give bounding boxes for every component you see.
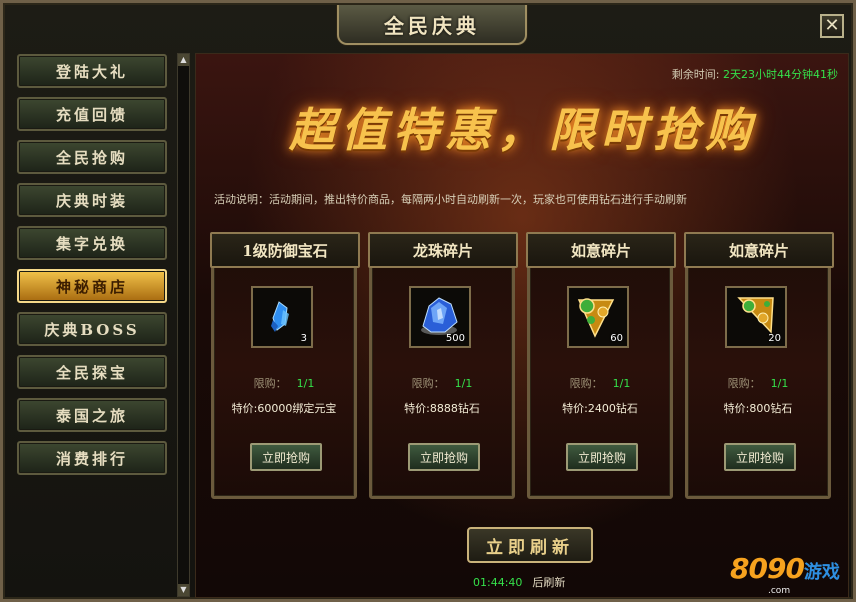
special-price: 特价:800钻石 [723,402,793,415]
purchase-limit-label: 限购： [411,377,445,390]
buy-now-button[interactable]: 立即抢购 [566,443,638,471]
sidebar-item-flash-sale[interactable]: 全民抢购 [17,140,167,174]
watermark-number: 8090 [730,552,805,585]
sidebar-item-spending-rank[interactable]: 消费排行 [17,441,167,475]
purchase-limit-value: 1/1 [612,377,631,390]
card-header: 1级防御宝石 [210,232,360,268]
item-quantity: 20 [768,333,781,344]
buy-now-button[interactable]: 立即抢购 [250,443,322,471]
shop-card: 龙珠碎片 500 限购： 1/1 特价:8888钻石 立即抢购 [368,232,518,499]
purchase-limit: 限购： 1/1 [688,375,828,391]
purchase-limit: 限购： 1/1 [372,375,512,391]
remaining-time-value: 2天23小时44分钟41秒 [723,68,838,81]
item-slot[interactable]: 3 [251,286,313,348]
buy-now-button[interactable]: 立即抢购 [724,443,796,471]
refresh-now-button[interactable]: 立即刷新 [467,527,593,563]
sidebar-item-recharge-reward[interactable]: 充值回馈 [17,97,167,131]
special-price: 特价:2400钻石 [562,402,638,415]
sidebar-item-word-exchange[interactable]: 集字兑换 [17,226,167,260]
special-price: 特价:60000绑定元宝 [231,402,337,415]
window-title-plate: 全民庆典 [337,5,527,45]
scroll-down-icon[interactable]: ▼ [178,584,189,596]
item-slot[interactable]: 60 [567,286,629,348]
sidebar-item-mystery-shop[interactable]: 神秘商店 [17,269,167,303]
event-window: 全民庆典 ✕ 登陆大礼 充值回馈 全民抢购 庆典时装 集字兑换 神秘商店 庆典B… [0,0,856,602]
site-watermark-logo: 8090游戏 .com [730,552,840,596]
window-title: 全民庆典 [384,13,480,38]
purchase-limit: 限购： 1/1 [214,375,354,391]
purchase-limit: 限购： 1/1 [530,375,670,391]
purchase-limit-label: 限购： [253,377,287,390]
countdown-label: 后刷新 [532,576,566,589]
watermark-text: 游戏 [803,562,840,583]
card-title: 1级防御宝石 [242,241,328,260]
countdown-value: 01:44:40 [473,576,523,589]
sidebar-item-fashion[interactable]: 庆典时装 [17,183,167,217]
shop-card: 1级防御宝石 3 限购： 1/1 特价:60000绑定元宝 立即抢购 [210,232,360,499]
card-header: 龙珠碎片 [368,232,518,268]
refresh-countdown: 01:44:40 后刷新 [473,574,565,590]
card-title: 龙珠碎片 [412,241,473,260]
buy-now-button[interactable]: 立即抢购 [408,443,480,471]
remaining-time-label: 剩余时间: [671,68,720,81]
scroll-up-icon[interactable]: ▲ [178,54,189,66]
purchase-limit-value: 1/1 [296,377,315,390]
card-header: 如意碎片 [684,232,834,268]
sidebar-item-treasure-hunt[interactable]: 全民探宝 [17,355,167,389]
item-quantity: 60 [610,333,623,344]
purchase-limit-label: 限购： [727,377,761,390]
card-title: 如意碎片 [728,241,789,260]
shop-panel: 剩余时间: 2天23小时44分钟41秒 超值特惠，限时抢购 活动说明：活动期间，… [195,53,849,598]
sidebar-item-boss[interactable]: 庆典BOSS [17,312,167,346]
purchase-limit-value: 1/1 [454,377,473,390]
card-title: 如意碎片 [570,241,631,260]
item-quantity: 3 [300,333,307,344]
sidebar-item-thailand-trip[interactable]: 泰国之旅 [17,398,167,432]
event-description: 活动说明：活动期间，推出特价商品，每隔两小时自动刷新一次，玩家也可使用钻石进行手… [214,193,687,206]
special-price: 特价:8888钻石 [404,402,480,415]
shop-card: 如意碎片 60 限购： 1/1 特价:2400钻石 立即抢购 [526,232,676,499]
purchase-limit-label: 限购： [569,377,603,390]
purchase-limit-value: 1/1 [770,377,789,390]
close-button[interactable]: ✕ [820,14,844,38]
sidebar-item-login-gift[interactable]: 登陆大礼 [17,54,167,88]
card-header: 如意碎片 [526,232,676,268]
remaining-time: 剩余时间: 2天23小时44分钟41秒 [672,66,838,82]
watermark-domain: .com [768,586,791,596]
banner-title: 超值特惠，限时抢购 [289,103,757,157]
item-slot[interactable]: 500 [409,286,471,348]
item-slot[interactable]: 20 [725,286,787,348]
sidebar-scrollbar[interactable]: ▲ ▼ [177,53,190,597]
shop-card: 如意碎片 20 限购： 1/1 特价:800钻石 立即抢购 [684,232,834,499]
item-quantity: 500 [445,333,465,344]
